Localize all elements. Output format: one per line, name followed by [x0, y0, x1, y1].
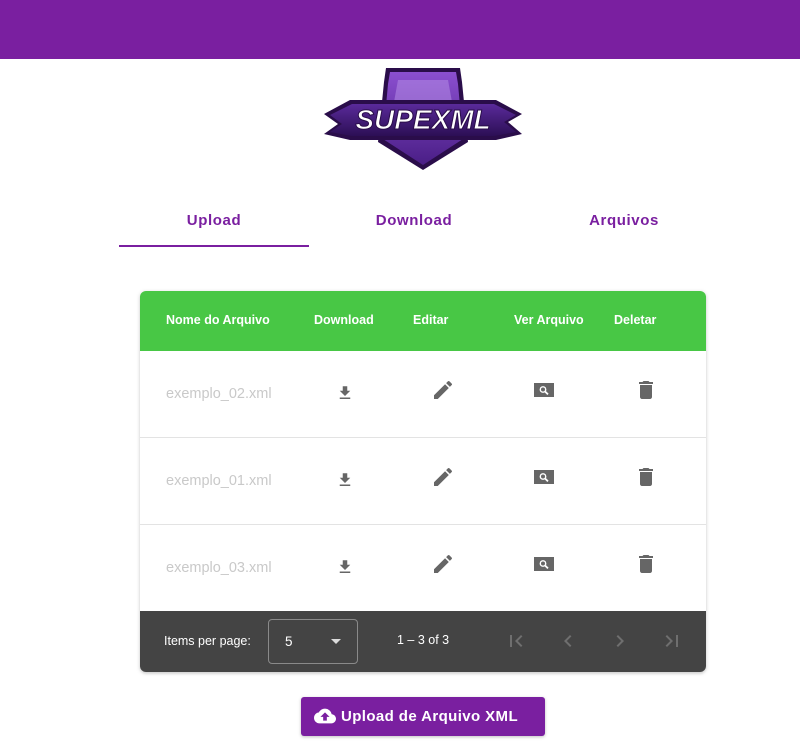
download-icon[interactable]: [333, 555, 357, 579]
tab-upload[interactable]: Upload: [119, 196, 309, 246]
tab-arquivos[interactable]: Arquivos: [529, 196, 719, 246]
upload-xml-button[interactable]: Upload de Arquivo XML: [301, 697, 545, 736]
column-header-view: Ver Arquivo: [514, 313, 584, 327]
view-icon[interactable]: [532, 552, 556, 576]
delete-icon[interactable]: [634, 378, 658, 402]
delete-icon[interactable]: [634, 465, 658, 489]
edit-icon[interactable]: [431, 378, 455, 402]
table-header: Nome do Arquivo Download Editar Ver Arqu…: [140, 291, 706, 351]
first-page-icon[interactable]: [504, 629, 528, 653]
tab-download[interactable]: Download: [319, 196, 509, 246]
download-icon[interactable]: [333, 468, 357, 492]
delete-icon[interactable]: [634, 552, 658, 576]
range-label: 1 – 3 of 3: [397, 633, 450, 647]
chevron-down-icon: [331, 639, 341, 644]
tab-bar: Upload Download Arquivos: [119, 196, 728, 248]
previous-page-icon[interactable]: [556, 629, 580, 653]
page-size-value: 5: [285, 634, 293, 649]
file-name: exemplo_03.xml: [166, 560, 272, 576]
column-header-delete: Deletar: [614, 313, 657, 327]
column-header-edit: Editar: [413, 313, 449, 327]
last-page-icon[interactable]: [660, 629, 684, 653]
file-name: exemplo_01.xml: [166, 473, 272, 489]
next-page-icon[interactable]: [608, 629, 632, 653]
column-header-download: Download: [314, 313, 374, 327]
page-size-select[interactable]: 5: [268, 619, 358, 664]
supexml-logo: SUPEXML: [320, 62, 526, 174]
table-row: exemplo_01.xml: [140, 438, 706, 525]
view-icon[interactable]: [532, 465, 556, 489]
file-name: exemplo_02.xml: [166, 386, 272, 402]
logo-text: SUPEXML: [355, 104, 490, 135]
top-app-bar: [0, 0, 800, 59]
column-header-file-name: Nome do Arquivo: [166, 313, 270, 327]
files-table-card: Nome do Arquivo Download Editar Ver Arqu…: [140, 291, 706, 672]
view-icon[interactable]: [532, 378, 556, 402]
download-icon[interactable]: [333, 381, 357, 405]
edit-icon[interactable]: [431, 552, 455, 576]
active-tab-indicator: [119, 245, 309, 247]
table-row: exemplo_03.xml: [140, 525, 706, 612]
table-row: exemplo_02.xml: [140, 351, 706, 438]
paginator: Items per page: 5 1 – 3 of 3: [140, 611, 706, 672]
items-per-page-label: Items per page:: [164, 634, 251, 648]
edit-icon[interactable]: [431, 465, 455, 489]
upload-xml-button-label: Upload de Arquivo XML: [341, 708, 519, 725]
cloud-upload-icon: [314, 705, 336, 727]
